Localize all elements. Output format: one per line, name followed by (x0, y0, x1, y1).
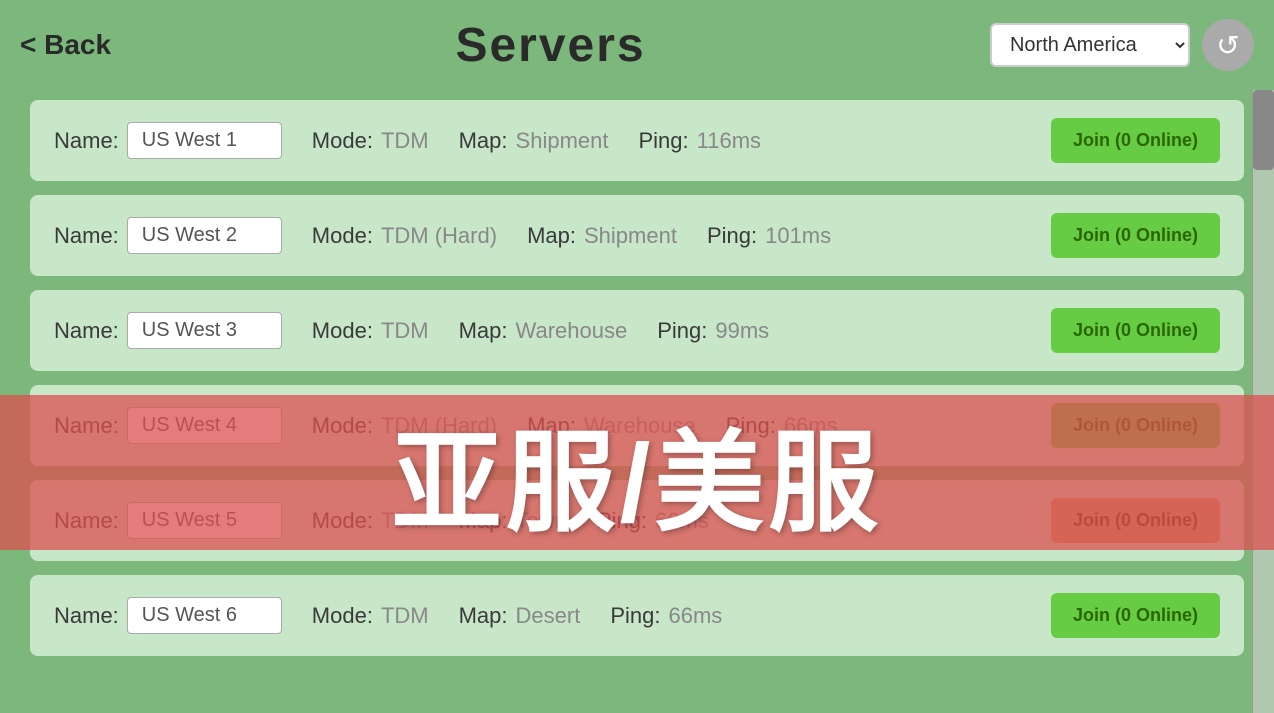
map-label-2: Map: (527, 223, 576, 249)
back-button[interactable]: < Back (20, 29, 111, 61)
mode-field-2: Mode: TDM (Hard) (312, 223, 497, 249)
name-label-1: Name: (54, 128, 119, 154)
header: < Back Servers North America Europe Asia… (0, 0, 1274, 90)
ping-value-6: 66ms (668, 603, 722, 629)
ping-field-1: Ping: 116ms (638, 128, 761, 154)
name-label-6: Name: (54, 603, 119, 629)
refresh-icon: ↺ (1216, 29, 1239, 62)
server-row: Name: US West 3 Mode: TDM Map: Warehouse… (30, 290, 1244, 371)
name-value-2: US West 2 (127, 217, 282, 254)
mode-label-6: Mode: (312, 603, 373, 629)
ping-field-3: Ping: 99ms (657, 318, 769, 344)
server-row: Name: US West 1 Mode: TDM Map: Shipment … (30, 100, 1244, 181)
scrollbar-thumb[interactable] (1253, 90, 1274, 170)
map-value-6: Desert (516, 603, 581, 629)
map-field-1: Map: Shipment (459, 128, 609, 154)
overlay-text: 亚服/美服 (392, 393, 883, 553)
map-label-3: Map: (459, 318, 508, 344)
mode-value-1: TDM (381, 128, 429, 154)
join-button-6[interactable]: Join (0 Online) (1051, 593, 1220, 638)
mode-field-3: Mode: TDM (312, 318, 429, 344)
map-field-3: Map: Warehouse (459, 318, 628, 344)
ping-label-3: Ping: (657, 318, 707, 344)
map-label-6: Map: (459, 603, 508, 629)
ping-field-6: Ping: 66ms (610, 603, 722, 629)
map-field-6: Map: Desert (459, 603, 581, 629)
server-row: Name: US West 6 Mode: TDM Map: Desert Pi… (30, 575, 1244, 656)
map-value-1: Shipment (516, 128, 609, 154)
ping-value-3: 99ms (715, 318, 769, 344)
server-row: Name: US West 2 Mode: TDM (Hard) Map: Sh… (30, 195, 1244, 276)
map-label-1: Map: (459, 128, 508, 154)
mode-field-1: Mode: TDM (312, 128, 429, 154)
overlay-banner: 亚服/美服 (0, 395, 1274, 550)
header-controls: North America Europe Asia ↺ (990, 19, 1254, 71)
ping-field-2: Ping: 101ms (707, 223, 831, 249)
ping-value-2: 101ms (765, 223, 831, 249)
page-title: Servers (455, 18, 645, 73)
mode-label-1: Mode: (312, 128, 373, 154)
map-value-3: Warehouse (516, 318, 628, 344)
mode-label-3: Mode: (312, 318, 373, 344)
name-label-3: Name: (54, 318, 119, 344)
mode-value-6: TDM (381, 603, 429, 629)
map-value-2: Shipment (584, 223, 677, 249)
join-button-2[interactable]: Join (0 Online) (1051, 213, 1220, 258)
mode-value-2: TDM (Hard) (381, 223, 497, 249)
name-value-1: US West 1 (127, 122, 282, 159)
join-button-1[interactable]: Join (0 Online) (1051, 118, 1220, 163)
name-field-6: Name: US West 6 (54, 597, 282, 634)
mode-field-6: Mode: TDM (312, 603, 429, 629)
ping-label-6: Ping: (610, 603, 660, 629)
mode-value-3: TDM (381, 318, 429, 344)
map-field-2: Map: Shipment (527, 223, 677, 249)
join-button-3[interactable]: Join (0 Online) (1051, 308, 1220, 353)
name-field-3: Name: US West 3 (54, 312, 282, 349)
name-label-2: Name: (54, 223, 119, 249)
region-select[interactable]: North America Europe Asia (990, 23, 1190, 67)
name-value-3: US West 3 (127, 312, 282, 349)
name-value-6: US West 6 (127, 597, 282, 634)
server-list: Name: US West 1 Mode: TDM Map: Shipment … (0, 90, 1274, 666)
name-field-1: Name: US West 1 (54, 122, 282, 159)
ping-label-1: Ping: (638, 128, 688, 154)
mode-label-2: Mode: (312, 223, 373, 249)
name-field-2: Name: US West 2 (54, 217, 282, 254)
refresh-button[interactable]: ↺ (1202, 19, 1254, 71)
ping-label-2: Ping: (707, 223, 757, 249)
ping-value-1: 116ms (697, 128, 761, 154)
